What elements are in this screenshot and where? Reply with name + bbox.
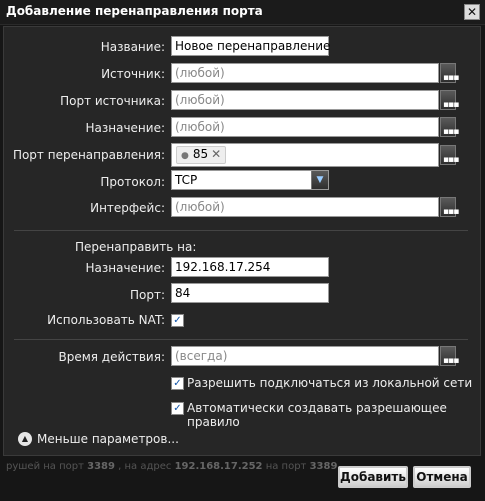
divider [14,339,468,340]
port-tag-value: 85 [192,147,209,161]
nat-label: Использовать NAT: [47,313,165,327]
ellipsis-icon: ▪▪▪ [443,207,459,217]
auto-rule-label: Автоматически создавать разрешающее прав… [187,401,447,429]
chevron-down-icon[interactable]: ▼ [311,171,328,189]
collapse-up-icon[interactable]: ▲ [18,432,32,446]
cancel-button[interactable]: Отмена [413,466,471,488]
nat-checkbox[interactable]: ✓ [171,314,184,327]
source-label: Источник: [101,67,165,81]
auto-rule-checkbox[interactable]: ✓ [171,402,184,415]
protocol-value: TCP [175,173,198,187]
ellipsis-icon: ▪▪▪ [443,73,459,83]
redirect-port-number-label: Порт: [129,288,165,302]
redirect-dest-label: Назначение: [85,261,166,275]
allow-local-checkbox[interactable]: ✓ [171,377,184,390]
protocol-select[interactable]: TCP ▼ [171,170,329,190]
redirect-section-label: Перенаправить на: [75,240,197,254]
port-tag: ● 85 ✕ [176,146,227,164]
dest-label: Назначение: [85,121,166,135]
source-port-input[interactable]: (любой) [171,90,439,110]
divider [14,230,468,231]
footer-pre: рушей на порт [6,461,84,472]
source-browse-button[interactable]: ▪▪▪ [440,63,459,83]
ellipsis-icon: ▪▪▪ [443,155,459,165]
footer-mid2: на порт [265,461,307,472]
port-forward-dialog: Добавление перенаправления порта ✕ Назва… [0,0,485,501]
ellipsis-icon: ▪▪▪ [443,100,459,110]
interface-input[interactable]: (любой) [171,197,439,217]
name-input[interactable]: Новое перенаправление [171,36,330,56]
protocol-label: Протокол: [100,175,165,189]
footer-port2: 3389 [309,461,338,472]
footer-summary: рушей на порт 3389 , на адрес 192.168.17… [6,461,337,472]
remove-tag-icon[interactable]: ✕ [211,147,221,161]
title-bar[interactable]: Добавление перенаправления порта ✕ [0,0,485,25]
tag-dot-icon: ● [181,151,189,161]
interface-browse-button[interactable]: ▪▪▪ [440,197,459,217]
allow-local-label: Разрешить подключаться из локальной сети [187,376,473,390]
source-input[interactable]: (любой) [171,63,439,83]
schedule-label: Время действия: [58,350,165,364]
source-port-label: Порт источника: [60,94,165,108]
redirect-port-number-input[interactable]: 84 [171,283,329,303]
dest-input[interactable]: (любой) [171,117,439,137]
dialog-title: Добавление перенаправления порта [6,4,263,18]
footer-addr: 192.168.17.252 [174,461,263,472]
add-button[interactable]: Добавить [338,466,408,488]
schedule-browse-button[interactable]: ▪▪▪ [440,346,459,366]
redirect-port-browse-button[interactable]: ▪▪▪ [440,145,459,165]
less-params-link[interactable]: Меньше параметров... [37,432,179,446]
name-label: Название: [100,40,165,54]
close-icon[interactable]: ✕ [464,4,480,20]
ellipsis-icon: ▪▪▪ [443,127,459,137]
dest-browse-button[interactable]: ▪▪▪ [440,117,459,137]
source-port-browse-button[interactable]: ▪▪▪ [440,90,459,110]
interface-label: Интерфейс: [90,201,165,215]
footer-mid: , на адрес [118,461,172,472]
redirect-dest-input[interactable]: 192.168.17.254 [171,257,329,277]
footer-port: 3389 [87,461,115,472]
redirect-port-label: Порт перенаправления: [12,148,165,162]
schedule-input[interactable]: (всегда) [171,346,439,366]
ellipsis-icon: ▪▪▪ [443,356,459,366]
